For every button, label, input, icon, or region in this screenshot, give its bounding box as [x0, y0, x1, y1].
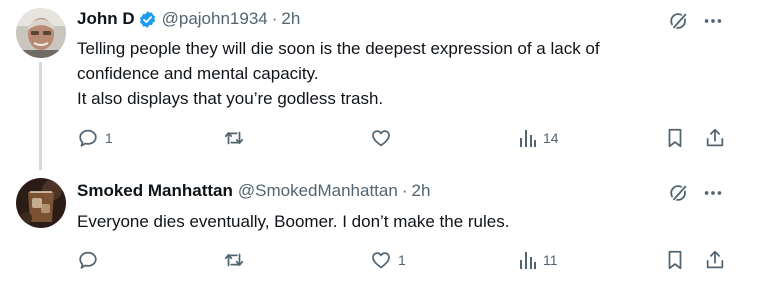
share-button[interactable]	[704, 249, 726, 271]
separator-dot: ·	[401, 181, 408, 200]
reply-count: 1	[105, 130, 113, 146]
tweet-text-line: confidence and mental capacity.	[77, 64, 319, 83]
heart-icon	[372, 130, 390, 147]
repost-icon	[224, 253, 244, 267]
grok-icon	[670, 12, 689, 30]
author-name[interactable]: Smoked Manhattan	[77, 181, 233, 201]
reply-button[interactable]: 1	[77, 127, 113, 149]
like-button[interactable]	[370, 127, 398, 149]
more-horizontal-icon	[704, 19, 722, 23]
tweet-text-line: Everyone dies eventually, Boomer. I don’…	[77, 212, 510, 231]
bookmark-icon	[668, 128, 682, 148]
views-chart-icon	[520, 130, 536, 147]
cocktail-glass-avatar-icon	[16, 178, 66, 228]
author-handle[interactable]: @pajohn1934	[162, 9, 268, 29]
views-count: 11	[543, 252, 558, 268]
tweet-text-line: Telling people they will die soon is the…	[77, 39, 600, 58]
reply-icon	[79, 251, 97, 269]
views-button[interactable]: 14	[519, 128, 559, 148]
heart-icon	[372, 252, 390, 269]
timestamp[interactable]: 2h	[281, 9, 300, 29]
tweet-text-line: It also displays that you’re godless tra…	[77, 89, 384, 108]
author-handle[interactable]: @SmokedManhattan	[238, 181, 398, 201]
tweet-header: John D @pajohn1934 · 2h	[77, 8, 300, 30]
grok-button[interactable]	[668, 182, 690, 204]
bookmark-button[interactable]	[665, 127, 685, 149]
bookmark-icon	[668, 250, 682, 270]
repost-button[interactable]	[222, 249, 252, 271]
tweet-text: Everyone dies eventually, Boomer. I don’…	[77, 209, 509, 234]
views-count: 14	[543, 130, 559, 146]
more-options-button[interactable]	[702, 182, 724, 204]
verified-badge-icon	[139, 10, 155, 28]
man-portrait-avatar-icon	[16, 8, 66, 58]
separator-dot: ·	[271, 9, 278, 28]
avatar[interactable]	[16, 8, 66, 58]
share-button[interactable]	[704, 127, 726, 149]
grok-button[interactable]	[668, 10, 690, 32]
share-icon	[706, 250, 724, 269]
bookmark-button[interactable]	[665, 249, 685, 271]
views-chart-icon	[520, 252, 536, 269]
thread-line	[39, 62, 42, 170]
repost-button[interactable]	[222, 127, 252, 149]
like-count: 1	[398, 252, 406, 268]
tweet-text: Telling people they will die soon is the…	[77, 36, 600, 111]
views-button[interactable]: 11	[519, 250, 558, 270]
share-icon	[706, 128, 724, 147]
author-name[interactable]: John D	[77, 9, 135, 29]
repost-icon	[224, 131, 244, 145]
more-options-button[interactable]	[702, 10, 724, 32]
more-horizontal-icon	[704, 191, 722, 195]
grok-icon	[670, 184, 689, 202]
timestamp[interactable]: 2h	[412, 181, 431, 201]
avatar[interactable]	[16, 178, 66, 228]
reply-button[interactable]	[77, 249, 105, 271]
tweet-header: Smoked Manhattan @SmokedManhattan · 2h	[77, 180, 430, 202]
tweet-john-d[interactable]: John D @pajohn1934 · 2h Telling people t…	[0, 0, 770, 170]
tweet-smoked-manhattan[interactable]: Smoked Manhattan @SmokedManhattan · 2h E…	[0, 170, 770, 283]
reply-icon	[79, 129, 97, 147]
like-button[interactable]: 1	[370, 249, 406, 271]
